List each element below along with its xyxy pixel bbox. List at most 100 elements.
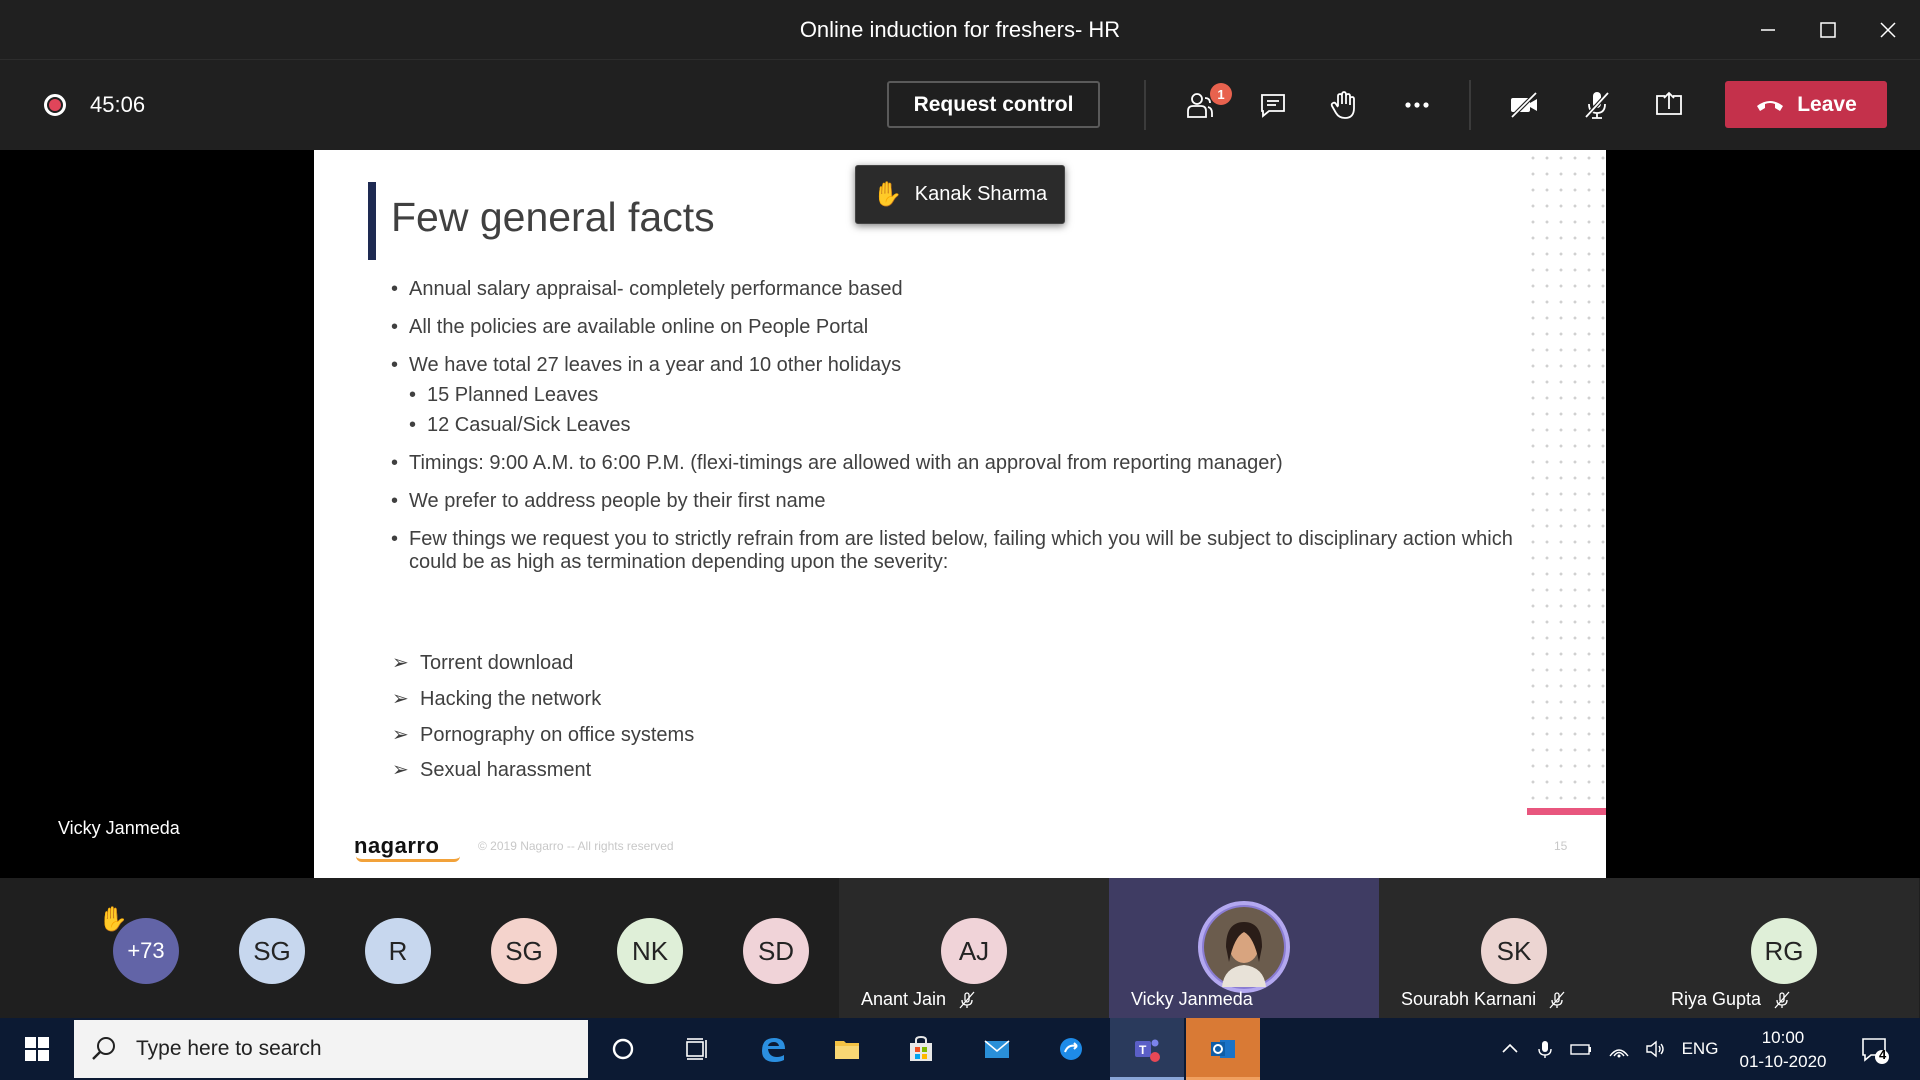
participant-name-text: Sourabh Karnani [1401,989,1537,1009]
outlook-app[interactable] [1186,1018,1260,1080]
window-titlebar: Online induction for freshers- HR [0,0,1920,60]
participant-name: Sourabh Karnani [1401,989,1566,1010]
mic-muted-icon [959,991,975,1008]
close-button[interactable] [1852,0,1920,60]
mic-off-icon [1584,91,1610,119]
participant-avatar[interactable]: R [365,918,431,984]
participant-avatar[interactable]: SG [239,918,305,984]
toolbar-divider [1469,80,1471,130]
search-placeholder: Type here to search [136,1037,322,1060]
share-screen-button[interactable] [1644,82,1694,128]
close-icon [1880,22,1896,38]
wifi-icon [1609,1049,1629,1058]
network-tray-button[interactable] [1604,1018,1634,1080]
share-screen-icon [1656,91,1682,115]
teams-icon: T [1135,1039,1160,1062]
language-indicator[interactable]: ENG [1678,1018,1722,1080]
edge-icon [762,1038,785,1062]
slide-title: Few general facts [391,194,715,240]
windows-taskbar: Type here to search T ENG 10:00 01-10-20… [0,1018,1920,1080]
slide-copyright: © 2019 Nagarro -- All rights reserved [478,839,674,853]
clock-time: 10:00 [1761,1028,1805,1047]
phone-hangup-icon [1757,100,1784,111]
cortana-icon [612,1038,634,1060]
presenter-name: Vicky Janmeda [58,818,180,838]
taskbar-search-box[interactable]: Type here to search [74,1020,588,1078]
arrow-list-item: ➢ Hacking the network [392,686,601,711]
cortana-button[interactable] [586,1018,660,1080]
windows-logo-icon [25,1037,49,1061]
battery-tray-button[interactable] [1566,1018,1596,1080]
mic-muted-icon [1774,991,1790,1008]
participant-name-text: Riya Gupta [1671,989,1762,1009]
meeting-toolbar: 45:06 Request control 1 Leave [0,60,1920,150]
file-explorer-app[interactable] [810,1018,884,1080]
more-actions-button[interactable] [1392,82,1442,128]
arrow-icon: ➢ [392,759,409,781]
slide-accent-line [1527,808,1606,815]
arrow-icon: ➢ [392,724,409,746]
hand-icon [1330,91,1355,119]
arrow-list-item: ➢ Sexual harassment [392,757,591,782]
folder-icon [835,1041,859,1059]
mic-toggle-button[interactable] [1572,82,1622,128]
maximize-icon [1820,22,1836,38]
participant-tile[interactable]: SK Sourabh Karnani [1379,878,1649,1018]
sync-app[interactable] [1034,1018,1108,1080]
task-view-button[interactable] [660,1018,734,1080]
svg-text:T: T [1139,1043,1147,1057]
leave-label: Leave [1797,92,1857,116]
sync-icon [1060,1038,1082,1060]
raise-hand-button[interactable] [1318,82,1368,128]
participant-avatar[interactable]: NK [617,918,683,984]
participant-name: Anant Jain [861,989,976,1010]
mail-app[interactable] [960,1018,1034,1080]
slide-title-accent [368,182,376,260]
participant-name: Riya Gupta [1671,989,1791,1010]
camera-toggle-button[interactable] [1499,82,1549,128]
notification-count: 4 [1879,1047,1887,1062]
participant-name-text: Anant Jain [861,989,947,1009]
outlook-icon [1211,1040,1235,1058]
start-button[interactable] [0,1018,74,1080]
task-view-icon [686,1038,707,1060]
edge-app[interactable] [736,1018,810,1080]
person-photo-icon [1204,907,1284,987]
microphone-tray-button[interactable] [1530,1018,1560,1080]
volume-tray-button[interactable] [1640,1018,1670,1080]
participants-badge: 1 [1210,83,1232,105]
mail-icon [984,1040,1010,1058]
participant-name: Vicky Janmeda [1131,989,1253,1010]
chat-button[interactable] [1248,82,1298,128]
meeting-timer: 45:06 [90,92,146,117]
bullet-text: Few things we request you to strictly re… [409,528,1513,573]
participant-tile-active-speaker[interactable]: Vicky Janmeda [1109,878,1379,1018]
clock-date: 01-10-2020 [1739,1052,1827,1071]
participant-tile[interactable]: RG Riya Gupta [1649,878,1919,1018]
arrow-item-text: Pornography on office systems [420,724,695,746]
request-control-button[interactable]: Request control [887,81,1100,128]
action-center-button[interactable]: 4 [1848,1018,1900,1080]
bullet-text: All the policies are available online on… [409,316,869,338]
taskbar-clock[interactable]: 10:00 01-10-2020 [1728,1026,1838,1074]
teams-app[interactable]: T [1110,1018,1184,1080]
leave-button[interactable]: Leave [1725,81,1887,128]
tray-overflow-button[interactable] [1496,1018,1524,1080]
participant-name-text: Vicky Janmeda [1131,989,1253,1009]
chat-icon [1261,94,1285,118]
arrow-list-item: ➢ Torrent download [392,650,573,675]
arrow-item-text: Torrent download [420,652,574,674]
participant-avatar[interactable]: SD [743,918,809,984]
search-icon [92,1037,115,1060]
store-app[interactable] [884,1018,958,1080]
microphone-icon [1538,1041,1552,1058]
participant-avatar[interactable]: SG [491,918,557,984]
shared-slide: Few general facts • Annual salary apprais… [314,150,1606,878]
slide-number: 15 [1554,839,1568,853]
arrow-icon: ➢ [392,652,409,674]
chevron-up-icon [1502,1043,1518,1053]
speaker-icon [1646,1040,1664,1058]
overflow-participants-button[interactable]: +73 [113,918,179,984]
logo-swoosh [356,856,460,862]
participant-tile[interactable]: AJ Anant Jain [839,878,1109,1018]
